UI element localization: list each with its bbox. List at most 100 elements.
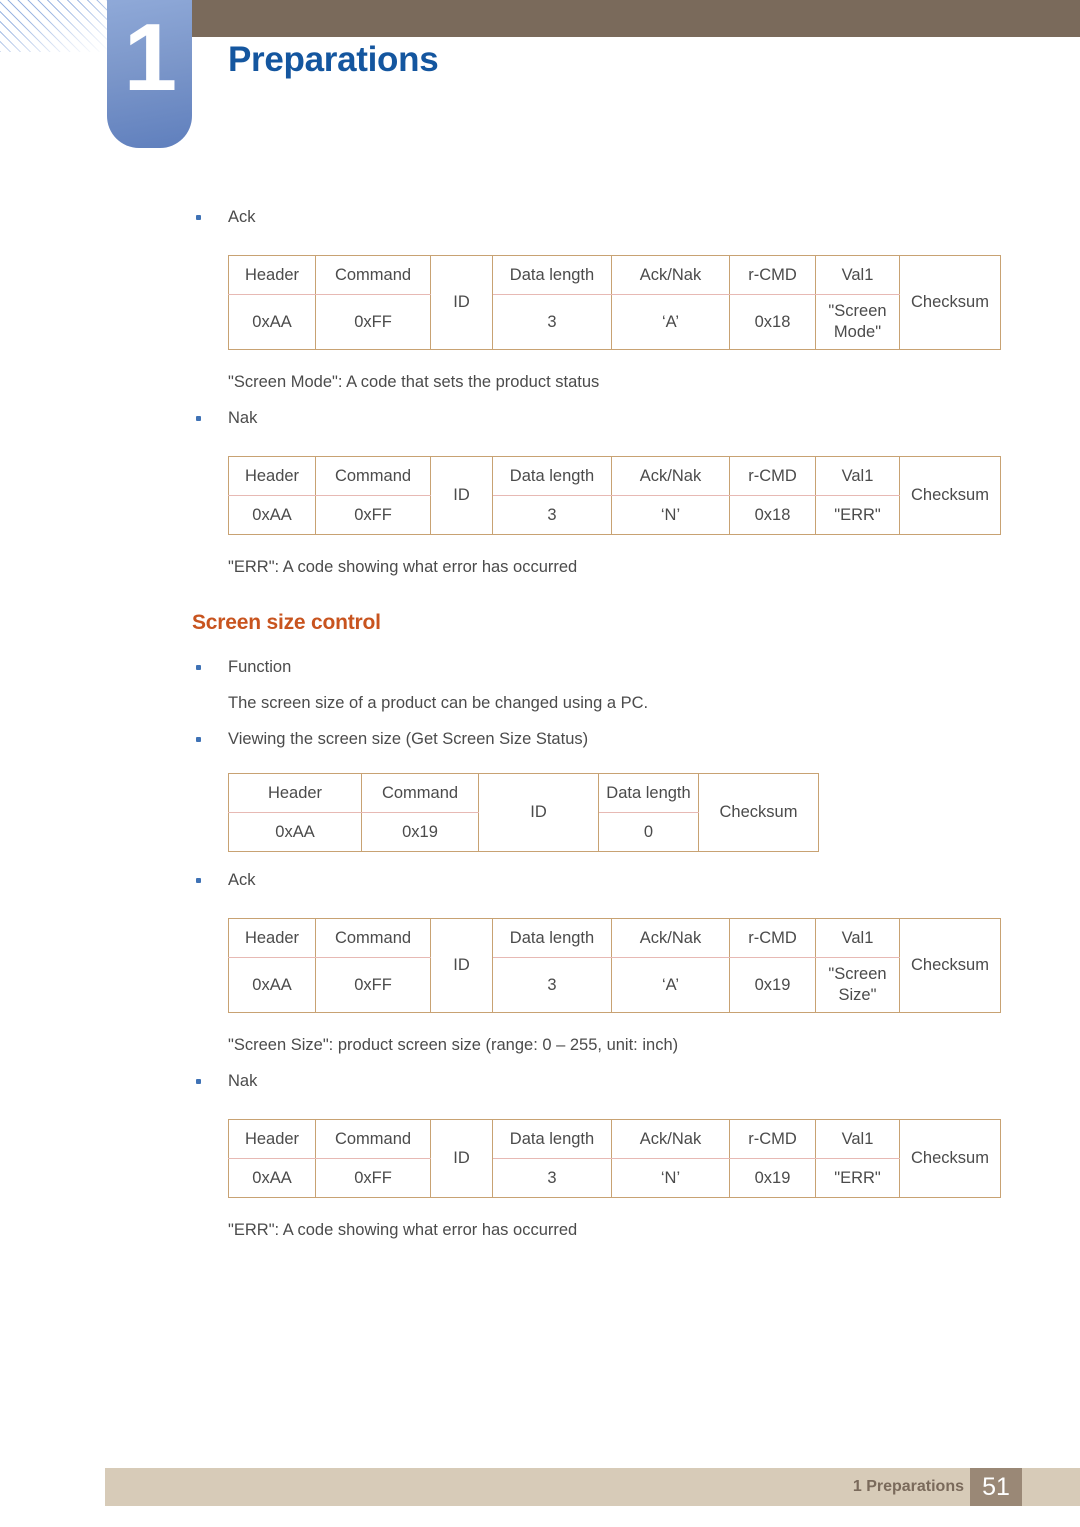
table-row-value: 0xAA 0xFF 3 ‘A’ 0x18 "Screen Mode" <box>228 294 1001 350</box>
cell-val1-value: "ERR" <box>815 1158 900 1198</box>
cell-command-label: Command <box>315 1119 431 1159</box>
cell-val1-value: "Screen Mode" <box>815 294 900 350</box>
cell-header-value: 0xAA <box>228 1158 316 1198</box>
cell-command-label: Command <box>315 456 431 496</box>
cell-header-label: Header <box>228 456 316 496</box>
cell-rcmd-value: 0x18 <box>729 294 816 350</box>
cell-rcmd-label: r-CMD <box>729 918 816 958</box>
cell-datalength-value: 3 <box>492 1158 612 1198</box>
cell-datalength-value: 3 <box>492 957 612 1013</box>
cell-datalength-label: Data length <box>492 255 612 295</box>
chapter-tab: 1 <box>107 0 192 148</box>
cell-command-label: Command <box>315 255 431 295</box>
table-row-header: Header Command ID Data length Checksum <box>228 773 819 852</box>
table-ack-screen-size: Header Command ID Data length Ack/Nak r-… <box>228 918 1001 1013</box>
cell-val1-line1: "Screen <box>828 302 887 320</box>
page-title: Preparations <box>228 40 439 79</box>
table-row-header: Header Command ID Data length Ack/Nak r-… <box>228 456 1001 535</box>
cell-val1-line1: "Screen <box>828 965 887 983</box>
bullet-icon <box>196 416 201 421</box>
cell-val1-value: "Screen Size" <box>815 957 900 1013</box>
list-item-function: Function <box>0 655 1080 679</box>
paragraph-function-description: The screen size of a product can be chan… <box>228 694 649 712</box>
cell-val1-label: Val1 <box>815 918 900 958</box>
footer-chapter-label: 1 Preparations <box>852 1478 964 1495</box>
cell-val1-line2: Size" <box>838 986 877 1004</box>
cell-header-value: 0xAA <box>228 495 316 535</box>
table-row-value: 0xAA 0xFF 3 ‘N’ 0x19 "ERR" <box>228 1158 1001 1198</box>
table-nak-screen-size: Header Command ID Data length Ack/Nak r-… <box>228 1119 1001 1198</box>
list-item-label: Nak <box>228 409 258 427</box>
diagonal-hatch-decoration <box>0 0 112 52</box>
list-item-ack-screen-mode: Ack <box>0 205 1080 229</box>
table-row-header: Header Command ID Data length Ack/Nak r-… <box>228 1119 1001 1198</box>
header-bar <box>192 0 1080 37</box>
list-item-label: Ack <box>228 208 256 226</box>
caption-screen-size: "Screen Size": product screen size (rang… <box>228 1036 679 1054</box>
bullet-icon <box>196 878 201 883</box>
table-nak-screen-mode: Header Command ID Data length Ack/Nak r-… <box>228 456 1001 535</box>
cell-header-label: Header <box>228 773 362 813</box>
cell-checksum: Checksum <box>899 1119 1001 1198</box>
cell-header-value: 0xAA <box>228 294 316 350</box>
cell-command-value: 0x19 <box>361 812 479 852</box>
cell-acknak-value: ‘A’ <box>611 294 730 350</box>
table-row-value: 0xAA 0xFF 3 ‘A’ 0x19 "Screen Size" <box>228 957 1001 1013</box>
table-row-value: 0xAA 0xFF 3 ‘N’ 0x18 "ERR" <box>228 495 1001 535</box>
cell-rcmd-label: r-CMD <box>729 255 816 295</box>
cell-header-label: Header <box>228 255 316 295</box>
cell-id: ID <box>478 773 599 852</box>
cell-acknak-label: Ack/Nak <box>611 255 730 295</box>
cell-command-label: Command <box>315 918 431 958</box>
cell-rcmd-label: r-CMD <box>729 456 816 496</box>
cell-val1-value: "ERR" <box>815 495 900 535</box>
table-row-header: Header Command ID Data length Ack/Nak r-… <box>228 918 1001 1013</box>
list-item-nak-screen-size: Nak <box>0 1069 1080 1093</box>
cell-command-value: 0xFF <box>315 957 431 1013</box>
page-content: Ack Header Command ID Data length Ack/Na… <box>0 205 1080 1242</box>
cell-header-label: Header <box>228 1119 316 1159</box>
bullet-icon <box>196 1079 201 1084</box>
cell-datalength-label: Data length <box>598 773 699 813</box>
bullet-icon <box>196 215 201 220</box>
cell-id: ID <box>430 1119 493 1198</box>
cell-datalength-value: 0 <box>598 812 699 852</box>
cell-val1-label: Val1 <box>815 255 900 295</box>
cell-rcmd-label: r-CMD <box>729 1119 816 1159</box>
cell-acknak-value: ‘N’ <box>611 1158 730 1198</box>
cell-datalength-label: Data length <box>492 456 612 496</box>
cell-checksum: Checksum <box>899 456 1001 535</box>
cell-acknak-value: ‘N’ <box>611 495 730 535</box>
cell-command-label: Command <box>361 773 479 813</box>
list-item-nak-screen-mode: Nak <box>0 406 1080 430</box>
cell-datalength-value: 3 <box>492 495 612 535</box>
cell-rcmd-value: 0x18 <box>729 495 816 535</box>
cell-rcmd-value: 0x19 <box>729 1158 816 1198</box>
table-row-header: Header Command ID Data length Ack/Nak r-… <box>228 255 1001 350</box>
cell-checksum: Checksum <box>899 918 1001 1013</box>
cell-header-value: 0xAA <box>228 957 316 1013</box>
chapter-number: 1 <box>123 4 177 111</box>
page-number: 51 <box>970 1468 1022 1506</box>
cell-command-value: 0xFF <box>315 1158 431 1198</box>
cell-datalength-label: Data length <box>492 1119 612 1159</box>
cell-rcmd-value: 0x19 <box>729 957 816 1013</box>
list-item-label: Function <box>228 658 292 676</box>
list-item-viewing-screen-size: Viewing the screen size (Get Screen Size… <box>0 727 1080 751</box>
cell-header-label: Header <box>228 918 316 958</box>
cell-checksum: Checksum <box>698 773 819 852</box>
cell-datalength-value: 3 <box>492 294 612 350</box>
list-item-label: Viewing the screen size (Get Screen Size… <box>228 730 589 748</box>
table-ack-screen-mode: Header Command ID Data length Ack/Nak r-… <box>228 255 1001 350</box>
cell-val1-line2: Mode" <box>833 323 882 341</box>
cell-checksum: Checksum <box>899 255 1001 350</box>
cell-acknak-label: Ack/Nak <box>611 1119 730 1159</box>
list-item-label: Nak <box>228 1072 258 1090</box>
caption-err-1: "ERR": A code showing what error has occ… <box>228 558 578 576</box>
list-item-ack-screen-size: Ack <box>0 868 1080 892</box>
section-heading: Screen size control <box>192 611 381 634</box>
cell-val1-label: Val1 <box>815 456 900 496</box>
bullet-icon <box>196 737 201 742</box>
cell-datalength-label: Data length <box>492 918 612 958</box>
cell-id: ID <box>430 456 493 535</box>
